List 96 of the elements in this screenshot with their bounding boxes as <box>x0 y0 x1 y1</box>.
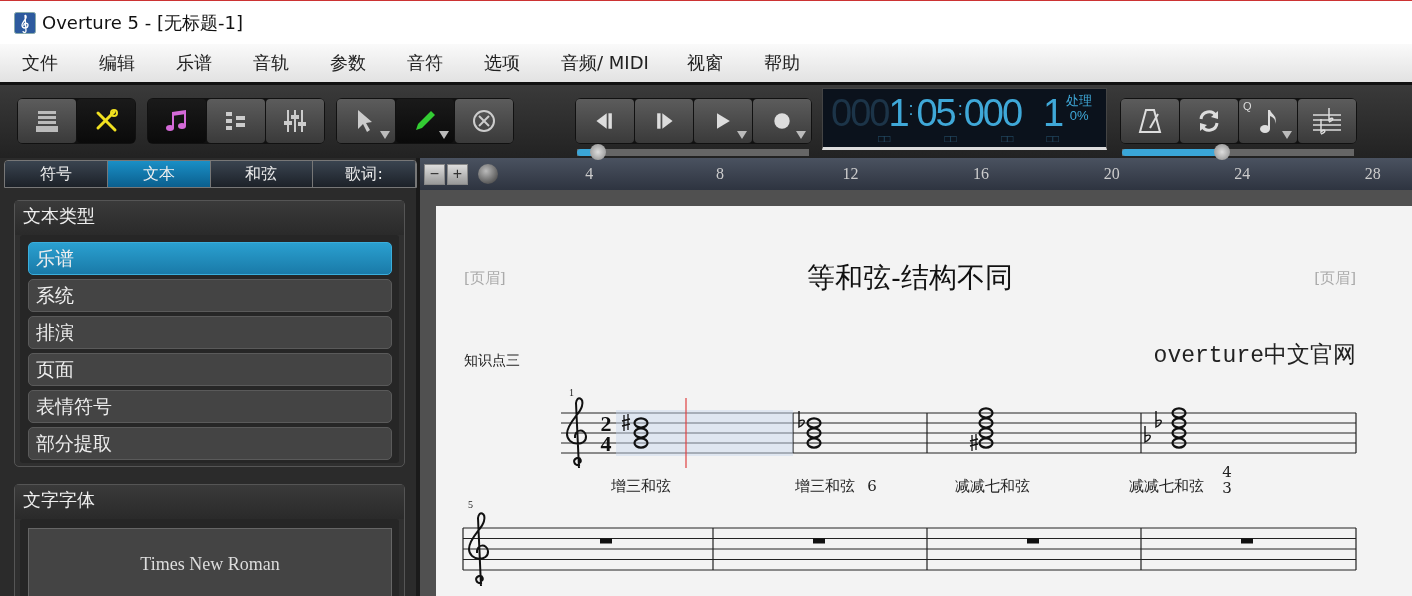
text-type-item[interactable]: 系统 <box>28 279 392 312</box>
text-type-item[interactable]: 表情符号 <box>28 390 392 423</box>
time-separator: : <box>908 98 914 121</box>
figured-bass-number: 6 <box>867 477 877 495</box>
whole-rest-icon <box>600 538 612 544</box>
menu-item[interactable]: 文件 <box>22 51 58 75</box>
toolbar-button[interactable] <box>1121 99 1179 143</box>
field-caption: □□ <box>943 133 957 145</box>
chord-label: 增三和弦 <box>611 477 671 495</box>
menu-item[interactable]: 乐谱 <box>176 51 212 75</box>
toolbar-button[interactable] <box>396 99 454 143</box>
time-digits: 1 <box>1043 93 1063 133</box>
field-caption: □□ <box>1046 133 1059 145</box>
treble-clef-icon <box>566 397 587 469</box>
transport-button[interactable] <box>753 99 811 143</box>
toolbar-button[interactable] <box>1298 99 1356 143</box>
whole-rest-icon <box>1241 538 1253 544</box>
section-title: 文本类型 <box>15 201 404 235</box>
score-title: 等和弦-结构不同 <box>807 260 1013 296</box>
zoom-button[interactable]: − <box>424 163 445 185</box>
chord-notes <box>969 407 994 452</box>
toolbar-button[interactable] <box>148 99 206 143</box>
toolbar-button[interactable] <box>18 99 76 143</box>
caret-icon <box>737 131 747 139</box>
section-title: 文字字体 <box>15 485 404 519</box>
caret-icon <box>1282 131 1292 139</box>
palette-tab[interactable]: 符号 <box>5 161 108 187</box>
ruler-number: 8 <box>714 165 725 183</box>
time-digits: 000 <box>963 93 1022 133</box>
measure-number: 5 <box>468 499 473 510</box>
caret-icon <box>380 131 390 139</box>
menu-item[interactable]: 编辑 <box>99 51 135 75</box>
toolbar-button[interactable]: Q <box>1239 99 1297 143</box>
chord-notes <box>621 413 649 449</box>
ruler-number: 4 <box>584 165 595 183</box>
palette-tab[interactable]: 歌词: <box>313 161 416 187</box>
menu-item[interactable]: 音频/ MIDI <box>561 51 649 75</box>
toolbar-button[interactable] <box>1180 99 1238 143</box>
menu-item[interactable]: 帮助 <box>763 51 800 75</box>
cancel-icon <box>470 107 498 135</box>
text-type-item[interactable]: 部分提取 <box>28 427 392 460</box>
metronome-icon <box>1136 107 1164 135</box>
figured-bass-number: 3 <box>1222 479 1232 497</box>
transport-button[interactable] <box>635 99 693 143</box>
menu-item[interactable]: 视窗 <box>686 51 723 75</box>
window-title: Overture 5 - [无标题-1] <box>42 10 243 35</box>
time-digits: 05 <box>916 93 955 133</box>
mixer-icon <box>281 107 309 135</box>
caret-icon <box>439 131 449 139</box>
toolbar-button[interactable] <box>207 99 265 143</box>
whole-rest-icon <box>1027 538 1039 544</box>
field-caption: □□ <box>877 133 891 145</box>
chord-notes <box>1144 407 1187 449</box>
palette-tab[interactable]: 和弦 <box>210 161 314 187</box>
ruler-knob[interactable] <box>478 164 498 184</box>
status-text: 处理 <box>1066 93 1093 108</box>
score-subtitle: 知识点三 <box>464 352 520 370</box>
time-separator: : <box>957 98 963 121</box>
score-credit: overture中文官网 <box>1153 341 1356 370</box>
zoom-button[interactable]: + <box>447 163 468 185</box>
toolbar-button[interactable] <box>77 99 135 143</box>
transport-button[interactable] <box>694 99 752 143</box>
menu-item[interactable]: 音轨 <box>253 51 289 75</box>
menu-item[interactable]: 参数 <box>330 51 366 75</box>
chord-label: 增三和弦 <box>795 477 855 495</box>
key-signature-icon <box>1313 107 1341 135</box>
measure-number: 1 <box>569 387 574 398</box>
palette-tab[interactable]: 文本 <box>107 161 211 187</box>
ruler-number: 28 <box>1363 165 1382 183</box>
text-type-item[interactable]: 排演 <box>28 316 392 349</box>
menu-item[interactable]: 选项 <box>484 51 520 75</box>
status-percent: 0% <box>1069 108 1089 123</box>
toolbar-button[interactable] <box>455 99 513 143</box>
figured-bass-number: 4 <box>1222 463 1232 481</box>
playback-cursor <box>685 397 687 469</box>
chord-label: 减减七和弦 <box>1128 477 1204 495</box>
toolbar-button[interactable] <box>337 99 395 143</box>
field-caption: □□ <box>1000 133 1014 145</box>
font-preview[interactable]: Times New Roman <box>28 528 392 596</box>
ruler-number: 12 <box>841 165 860 183</box>
time-digits: 1 <box>888 93 908 133</box>
transport-button[interactable] <box>576 99 634 143</box>
app-icon <box>14 11 36 34</box>
text-type-item[interactable]: 页面 <box>28 353 392 386</box>
slider-thumb[interactable] <box>1213 144 1230 160</box>
chord-label: 减减七和弦 <box>954 477 1030 495</box>
whole-rest-icon <box>813 538 825 544</box>
chord-notes <box>798 410 822 449</box>
caret-icon <box>796 131 806 139</box>
toolbar-button[interactable] <box>266 99 324 143</box>
slider-thumb[interactable] <box>589 144 606 160</box>
menu-item[interactable]: 音符 <box>407 51 443 75</box>
ruler-number: 16 <box>972 165 991 183</box>
ruler-number: 20 <box>1102 165 1121 183</box>
treble-clef-icon <box>468 512 489 587</box>
ruler-number: 24 <box>1233 165 1252 183</box>
